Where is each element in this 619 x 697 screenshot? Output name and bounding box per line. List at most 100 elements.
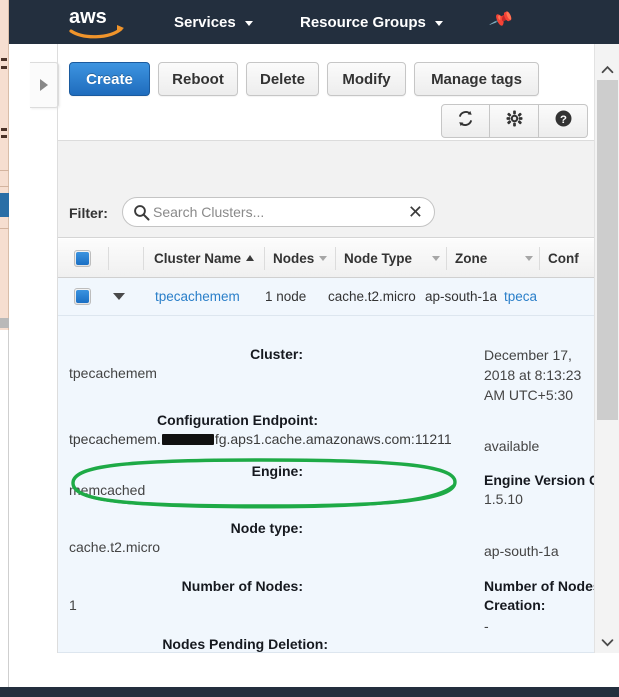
detail-label: Node type:	[58, 520, 478, 536]
detail-label: Engine:	[58, 463, 478, 479]
background-divider	[0, 186, 9, 187]
scroll-down-button[interactable]	[595, 631, 619, 653]
aws-top-navigation: aws Services Resource Groups 📌	[9, 0, 619, 44]
detail-field-engine-version: Engine Version C 1.5.10	[484, 472, 594, 507]
detail-value: 1.5.10	[484, 491, 594, 507]
chevron-right-icon	[40, 79, 48, 91]
background-divider	[0, 170, 9, 171]
column-header-configuration[interactable]: Conf	[540, 251, 579, 266]
column-header-label: Nodes	[273, 251, 314, 266]
search-input-text: Search Clusters...	[153, 204, 408, 220]
chevron-up-icon	[601, 65, 614, 74]
delete-button[interactable]: Delete	[246, 62, 319, 96]
detail-label: Engine Version C	[484, 472, 594, 488]
detail-value-status: available	[484, 438, 594, 454]
bottom-bar	[0, 687, 619, 697]
svg-text:?: ?	[560, 114, 567, 126]
vertical-scrollbar[interactable]	[594, 44, 619, 653]
scrollbar-thumb[interactable]	[597, 80, 618, 420]
cell-cluster-name[interactable]: tpecachemem	[155, 289, 265, 304]
background-selected-item	[0, 193, 9, 217]
nav-resource-groups-label: Resource Groups	[300, 14, 426, 31]
select-all-checkbox[interactable]	[74, 250, 91, 267]
chevron-down-icon	[601, 638, 614, 647]
detail-label: Nodes Pending Deletion:	[58, 636, 478, 652]
detail-label: Cluster:	[58, 346, 478, 362]
detail-value: 1	[58, 597, 478, 613]
background-artifact	[1, 128, 7, 131]
filter-label: Filter:	[69, 205, 108, 221]
background-artifact	[1, 66, 7, 69]
detail-value-configuration-endpoint: tpecachemem. fg.aps1.cache.amazonaws.com:…	[58, 431, 478, 447]
detail-label: Number of Nodes Creation:	[484, 577, 594, 615]
detail-field-engine: Engine: memcached	[58, 463, 478, 498]
background-window-edge	[0, 0, 9, 697]
chevron-down-icon	[245, 21, 253, 26]
chevron-down-icon	[525, 256, 533, 261]
background-artifact	[1, 58, 7, 61]
search-input[interactable]: Search Clusters... ✕	[122, 197, 435, 227]
chevron-down-icon	[319, 256, 327, 261]
column-header-label: Cluster Name	[154, 251, 241, 266]
clusters-toolbar: Create Reboot Delete Modify Manage tags	[58, 62, 594, 102]
column-header-nodes[interactable]: Nodes	[265, 251, 335, 266]
scroll-up-button[interactable]	[595, 58, 619, 80]
aws-logo[interactable]: aws	[67, 3, 129, 41]
column-divider	[108, 247, 109, 270]
background-artifact	[0, 318, 9, 328]
background-divider	[0, 228, 9, 229]
detail-right-column: Cr December 17, 2018 at 8:13:23 AM UTC+5…	[484, 316, 594, 653]
column-header-node-type[interactable]: Node Type	[336, 251, 446, 266]
chevron-down-icon	[435, 21, 443, 26]
cluster-detail-panel: Cluster: tpecachemem Configuration Endpo…	[58, 316, 594, 653]
column-header-label: Node Type	[344, 251, 412, 266]
help-button[interactable]: ?	[539, 104, 588, 138]
column-header-zone[interactable]: Zone	[447, 251, 539, 266]
cell-zone: ap-south-1a	[425, 289, 504, 304]
detail-value: tpecachemem	[58, 365, 478, 381]
detail-field-node-type: Node type: cache.t2.micro	[58, 520, 478, 555]
nav-services[interactable]: Services	[174, 0, 253, 44]
clusters-table-header: Cluster Name Nodes Node Type Zone Conf	[58, 239, 594, 278]
filter-panel: Filter: Search Clusters... ✕ Viewing 1 o…	[58, 140, 594, 238]
search-icon	[133, 204, 150, 221]
detail-label: Availa	[484, 524, 594, 540]
endpoint-suffix: fg.aps1.cache.amazonaws.com:11211	[215, 431, 452, 447]
manage-tags-button[interactable]: Manage tags	[414, 62, 539, 96]
row-expand-caret[interactable]	[113, 293, 125, 300]
modify-button[interactable]: Modify	[327, 62, 406, 96]
close-icon[interactable]: ✕	[408, 203, 423, 221]
cell-node-type: cache.t2.micro	[328, 289, 425, 304]
cell-nodes: 1 node	[265, 289, 328, 304]
detail-value: memcached	[58, 482, 478, 498]
detail-value: December 17, 2018 at 8:13:23 AM UTC+5:30	[484, 345, 586, 405]
detail-field-creation-time: Cr December 17, 2018 at 8:13:23 AM UTC+5…	[484, 324, 594, 405]
detail-field-number-of-nodes: Number of Nodes: 1	[58, 578, 478, 613]
chevron-down-icon	[432, 256, 440, 261]
background-lower-edge	[0, 330, 9, 697]
detail-value: ap-south-1a	[484, 543, 594, 559]
clusters-page-content: Create Reboot Delete Modify Manage tags	[58, 44, 594, 653]
endpoint-prefix: tpecachemem.	[69, 431, 161, 447]
detail-left-column: Cluster: tpecachemem Configuration Endpo…	[58, 316, 478, 653]
settings-button[interactable]	[490, 104, 539, 138]
redaction-mark	[162, 434, 214, 445]
create-button[interactable]: Create	[69, 62, 150, 96]
pin-icon[interactable]: 📌	[489, 8, 515, 31]
cell-configuration[interactable]: tpeca	[504, 289, 537, 304]
detail-value: cache.t2.micro	[58, 539, 478, 555]
column-header-cluster-name[interactable]: Cluster Name	[144, 251, 264, 266]
svg-text:aws: aws	[69, 6, 107, 28]
nav-services-label: Services	[174, 14, 236, 31]
row-checkbox[interactable]	[74, 288, 91, 305]
refresh-button[interactable]	[441, 104, 490, 138]
toolbar-icon-group: ?	[441, 104, 588, 138]
reboot-button[interactable]: Reboot	[158, 62, 238, 96]
page-bottom-area	[9, 653, 619, 687]
detail-field-configuration-endpoint: Configuration Endpoint: tpecachemem. fg.a…	[58, 412, 478, 447]
nav-resource-groups[interactable]: Resource Groups	[300, 0, 443, 44]
detail-label: Configuration Endpoint:	[58, 412, 478, 428]
sidebar-expand-button[interactable]	[30, 62, 59, 108]
table-row[interactable]: tpecachemem 1 node cache.t2.micro ap-sou…	[58, 278, 594, 316]
column-header-label: Conf	[548, 251, 579, 266]
